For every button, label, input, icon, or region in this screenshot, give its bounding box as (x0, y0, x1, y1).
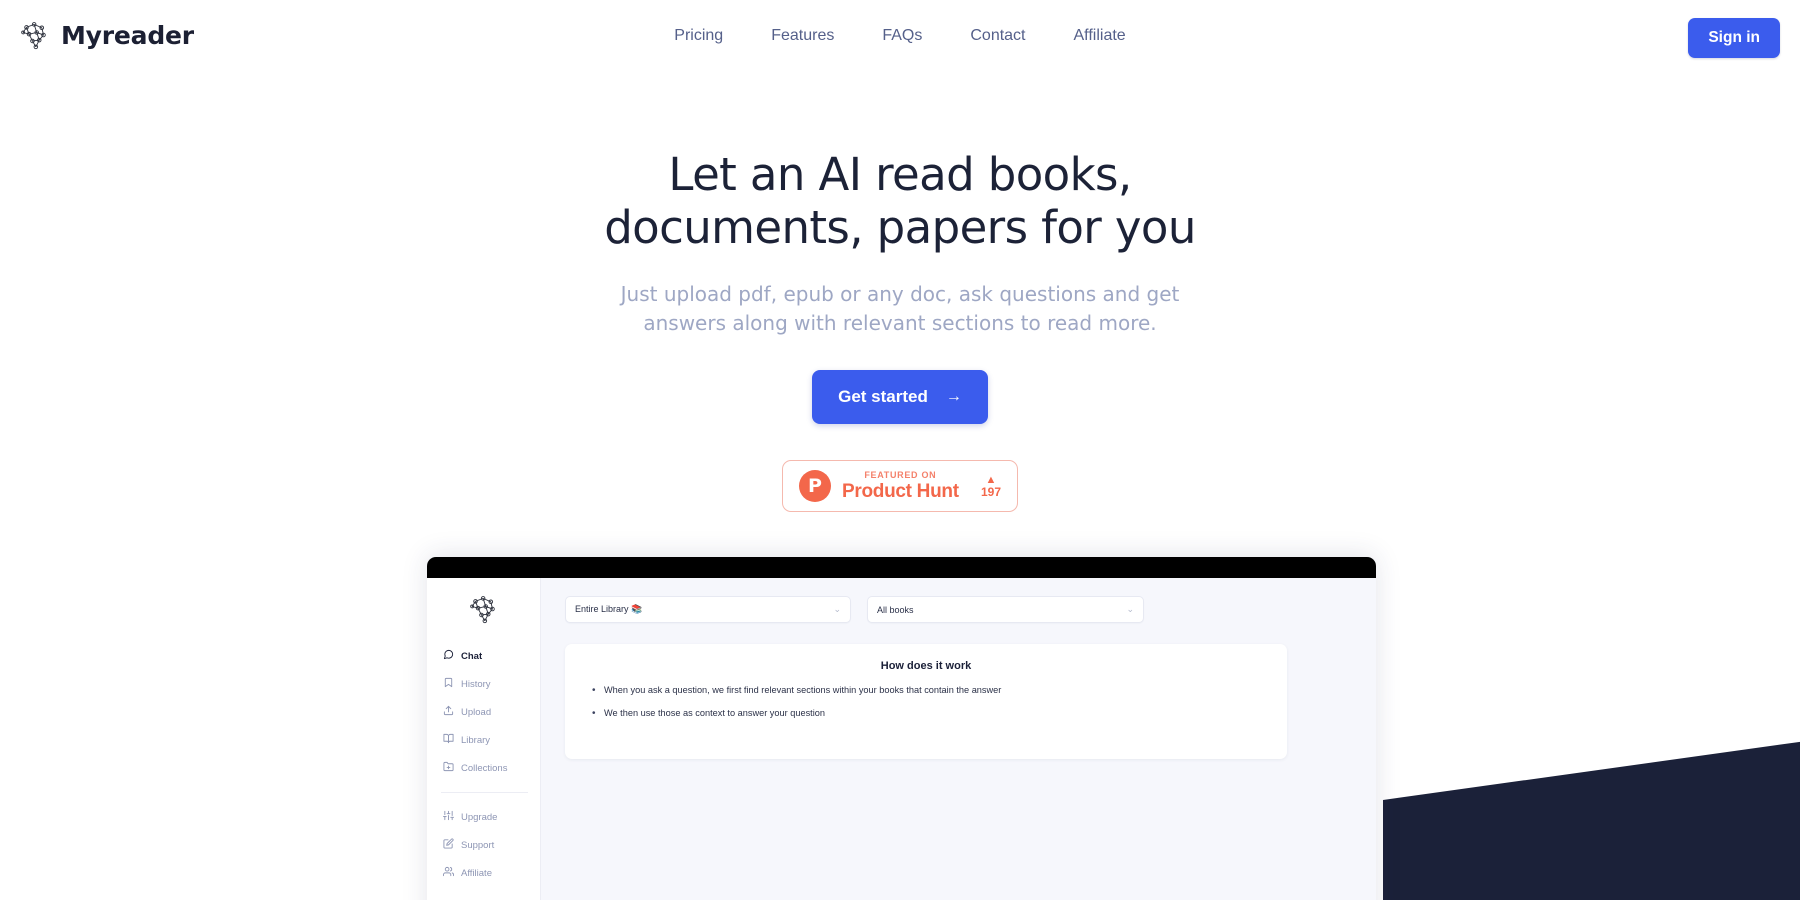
app-main-content: Entire Library 📚 ⌄ All books ⌄ How does … (541, 578, 1376, 900)
sidebar-label-support: Support (461, 839, 495, 851)
product-hunt-name: Product Hunt (842, 480, 959, 502)
upload-icon (443, 705, 454, 719)
app-sidebar: Chat History Upload Library Collections … (427, 578, 541, 900)
book-open-icon (443, 733, 454, 747)
landing-page: Myreader Pricing Features FAQs Contact A… (0, 0, 1800, 900)
app-window-body: Chat History Upload Library Collections … (427, 578, 1376, 900)
chevron-down-icon: ⌄ (833, 604, 841, 614)
sidebar-label-history: History (461, 678, 491, 690)
nav-link-affiliate[interactable]: Affiliate (1074, 27, 1126, 45)
product-hunt-badge[interactable]: P FEATURED ON Product Hunt ▲ 197 (782, 460, 1018, 513)
sidebar-label-upgrade: Upgrade (461, 811, 498, 823)
hero-section: Let an AI read books, documents, papers … (0, 148, 1800, 513)
sidebar-item-upgrade[interactable]: Upgrade (427, 803, 540, 831)
message-square-icon (443, 649, 454, 663)
sidebar-label-affiliate: Affiliate (461, 867, 492, 879)
product-hunt-text: FEATURED ON Product Hunt (842, 469, 959, 502)
library-scope-dropdown[interactable]: Entire Library 📚 ⌄ (565, 596, 851, 623)
folder-plus-icon (443, 761, 454, 775)
network-brain-logo-icon (467, 592, 501, 626)
app-screenshot-mockup: Chat History Upload Library Collections … (427, 557, 1376, 900)
card-bullet-list: When you ask a question, we first find r… (589, 684, 1263, 720)
product-hunt-vote-count: 197 (980, 484, 1001, 499)
nav-link-pricing[interactable]: Pricing (674, 27, 723, 45)
sidebar-label-library: Library (461, 734, 491, 746)
sidebar-item-collections[interactable]: Collections (427, 754, 540, 782)
arrow-right-icon: → (945, 388, 962, 406)
decorative-diagonal-shape (1383, 740, 1800, 900)
chevron-down-icon: ⌄ (1126, 604, 1134, 614)
how-it-works-card: How does it work When you ask a question… (565, 644, 1287, 759)
app-window-topbar (427, 557, 1376, 578)
nav-link-features[interactable]: Features (771, 27, 834, 45)
product-hunt-votes: ▲ 197 (981, 474, 1001, 499)
hero-title: Let an AI read books, documents, papers … (604, 148, 1196, 255)
sidebar-divider (441, 792, 528, 793)
hero-cta-wrapper: Get started → (0, 370, 1800, 425)
card-title: How does it work (880, 660, 972, 672)
books-filter-value: All books (877, 604, 914, 615)
product-hunt-logo-icon: P (799, 470, 831, 503)
site-header: Myreader Pricing Features FAQs Contact A… (0, 0, 1800, 80)
filter-row: Entire Library 📚 ⌄ All books ⌄ (565, 596, 1352, 623)
product-hunt-wrapper: P FEATURED ON Product Hunt ▲ 197 (0, 460, 1800, 513)
get-started-label: Get started (838, 387, 928, 407)
bookmark-icon (443, 677, 454, 691)
sidebar-item-support[interactable]: Support (427, 831, 540, 859)
sidebar-label-upload: Upload (461, 706, 492, 718)
books-filter-dropdown[interactable]: All books ⌄ (867, 596, 1144, 623)
edit-square-icon (443, 838, 454, 852)
caret-up-icon: ▲ (985, 473, 997, 486)
main-navigation: Pricing Features FAQs Contact Affiliate (0, 27, 1800, 45)
nav-link-contact[interactable]: Contact (970, 27, 1025, 45)
app-sidebar-logo[interactable] (427, 592, 540, 626)
sidebar-item-affiliate[interactable]: Affiliate (427, 859, 540, 887)
list-item: When you ask a question, we first find r… (589, 684, 1263, 697)
product-hunt-kicker: FEATURED ON (864, 469, 937, 480)
sidebar-item-history[interactable]: History (427, 670, 540, 698)
list-item: We then use those as context to answer y… (589, 707, 1263, 720)
sign-in-button[interactable]: Sign in (1688, 18, 1780, 58)
sidebar-item-upload[interactable]: Upload (427, 698, 540, 726)
hero-subtitle: Just upload pdf, epub or any doc, ask qu… (620, 282, 1180, 336)
library-scope-value: Entire Library 📚 (575, 604, 643, 614)
sidebar-label-chat: Chat (461, 650, 483, 662)
sliders-icon (443, 810, 454, 824)
users-icon (443, 866, 454, 880)
sidebar-item-chat[interactable]: Chat (427, 642, 540, 670)
nav-link-faqs[interactable]: FAQs (882, 27, 922, 45)
sidebar-label-collections: Collections (461, 762, 508, 774)
get-started-button[interactable]: Get started → (812, 370, 988, 425)
sidebar-item-library[interactable]: Library (427, 726, 540, 754)
